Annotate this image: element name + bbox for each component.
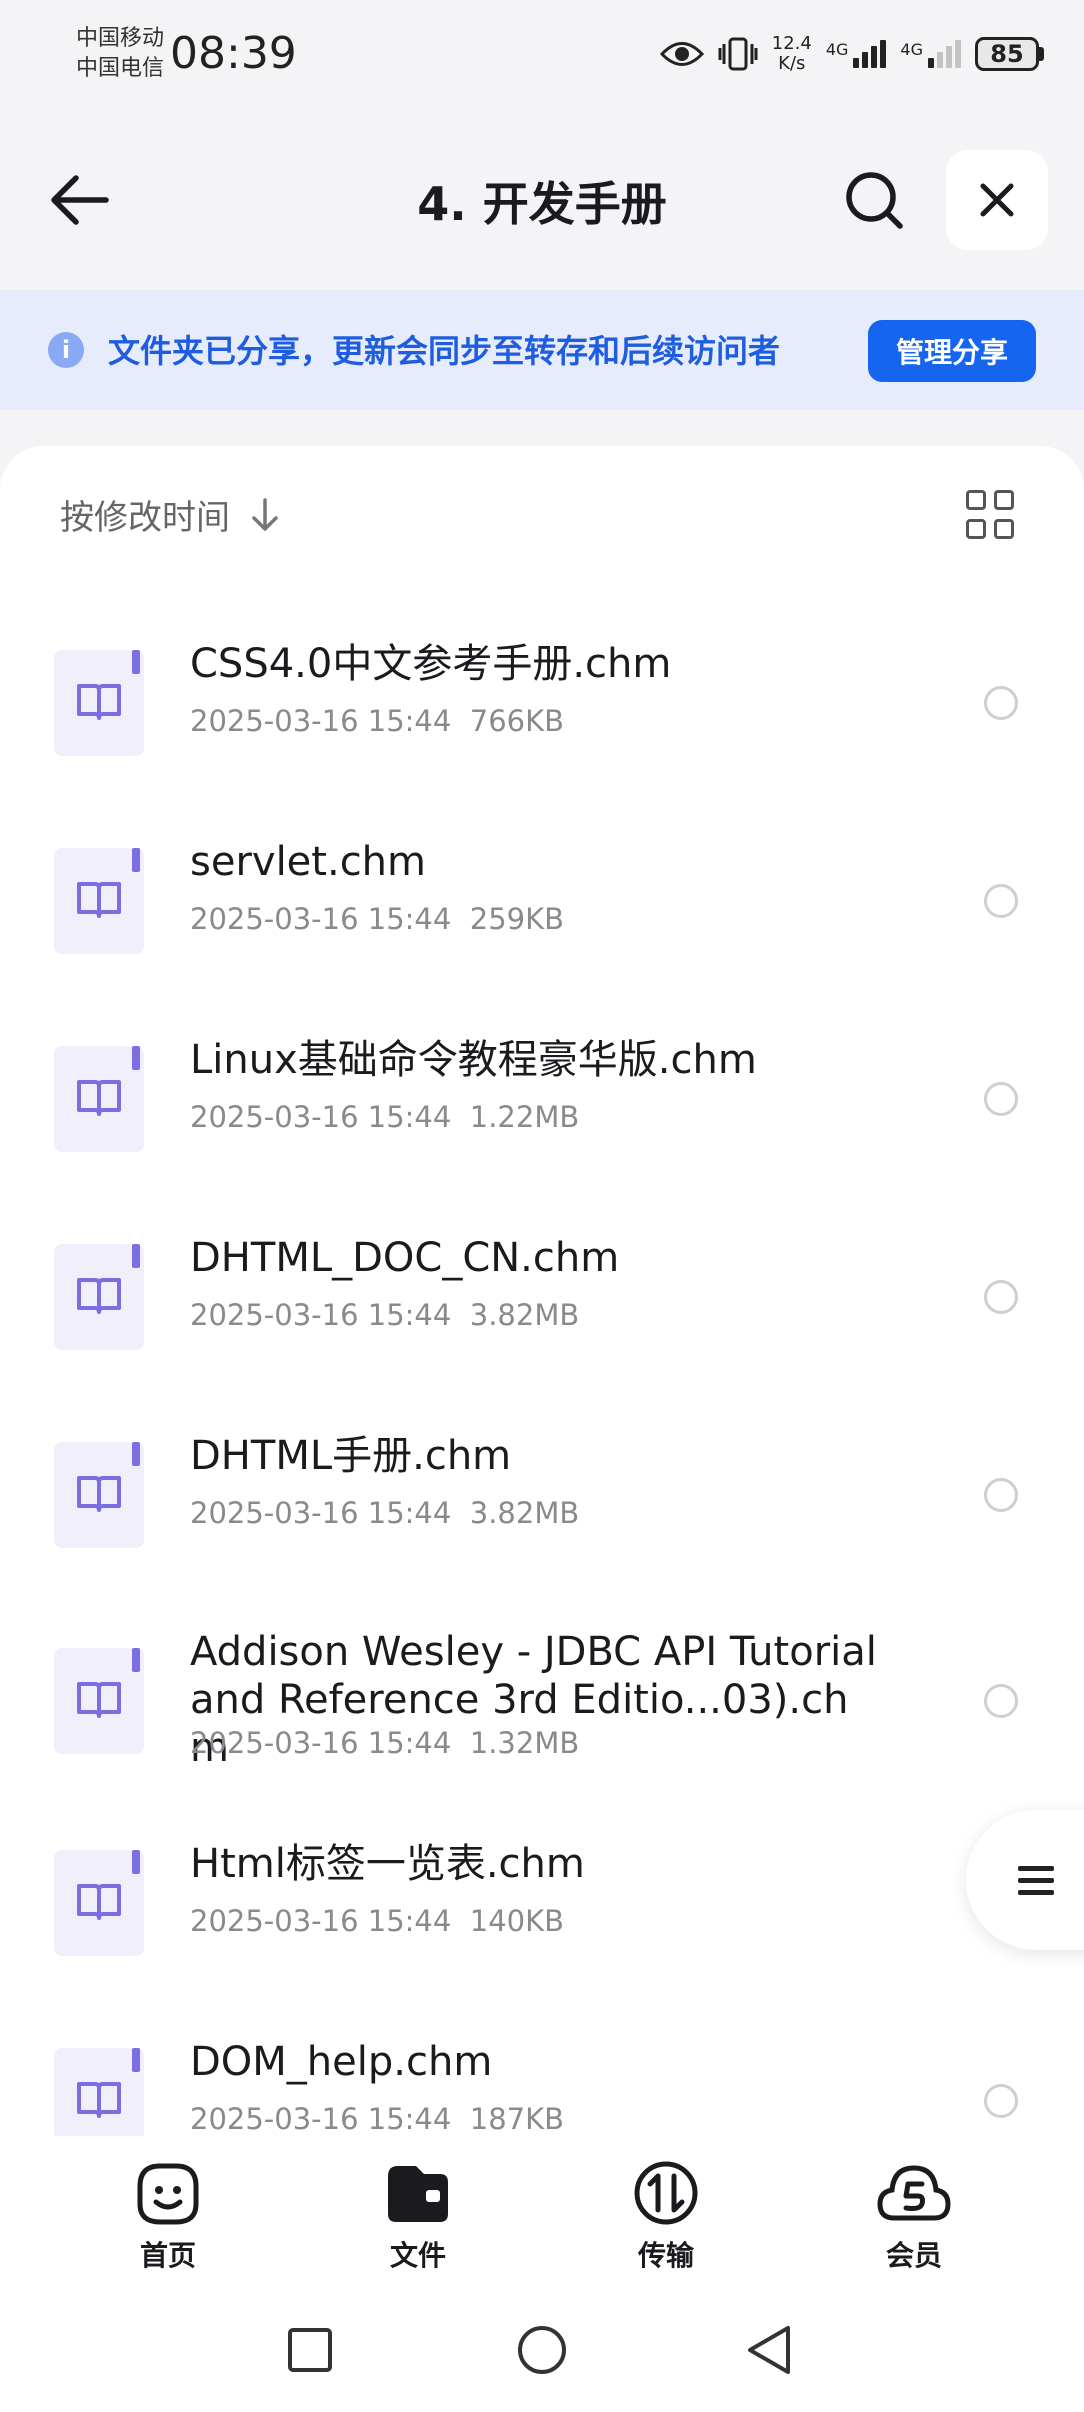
file-meta: 2025-03-16 15:44 766KB [190,704,565,738]
vip-cloud-icon [877,2165,951,2221]
back-triangle-icon[interactable] [744,2324,796,2376]
file-name: DOM_help.chm [190,2039,493,2085]
select-checkbox[interactable] [984,1280,1018,1314]
battery-icon: 85 [975,37,1044,71]
file-row[interactable]: Linux基础命令教程豪华版.chm 2025-03-16 15:44 1.22… [0,992,1084,1190]
select-checkbox[interactable] [984,2084,1018,2118]
select-checkbox[interactable] [984,1684,1018,1718]
chm-file-icon [54,1046,144,1152]
nav-files[interactable]: 文件 [348,2160,488,2274]
file-row[interactable]: DHTML手册.chm 2025-03-16 15:44 3.82MB [0,1388,1084,1586]
file-meta: 2025-03-16 15:44 3.82MB [190,1298,580,1332]
vibrate-icon [718,37,758,71]
file-name: Html标签一览表.chm [190,1841,585,1887]
chm-file-icon [54,1442,144,1548]
close-icon [980,183,1014,217]
select-checkbox[interactable] [984,686,1018,720]
file-name: DHTML_DOC_CN.chm [190,1235,620,1281]
nav-vip-label: 会员 [885,2239,942,2272]
file-meta: 2025-03-16 15:44 187KB [190,2102,565,2136]
net-speed: 12.4 K/s [771,33,812,74]
grid-view-button[interactable] [966,490,1016,540]
bottom-nav: 首页 文件 传输 会员 [0,2136,1084,2286]
carrier-2: 中国电信 [76,56,165,81]
select-checkbox[interactable] [984,884,1018,918]
select-checkbox[interactable] [984,1082,1018,1116]
sort-label: 按修改时间 [60,498,230,538]
file-meta: 2025-03-16 15:44 1.32MB [190,1726,580,1760]
chm-file-icon [54,650,144,756]
file-name: DHTML手册.chm [190,1433,512,1479]
manage-share-button[interactable]: 管理分享 [868,320,1036,382]
info-icon: i [48,332,84,368]
arrow-down-icon [252,497,278,531]
nav-transfer[interactable]: 传输 [596,2160,736,2274]
share-notice-text: 文件夹已分享，更新会同步至转存和后续访问者 [108,332,781,370]
file-row[interactable]: Addison Wesley - JDBC API Tutorial and R… [0,1586,1084,1796]
chm-file-icon [54,848,144,954]
file-row[interactable]: Html标签一览表.chm 2025-03-16 15:44 140KB [0,1796,1084,1994]
clock: 08:39 [170,28,297,79]
chm-file-icon [54,2048,144,2136]
chm-file-icon [54,1244,144,1350]
close-button[interactable] [946,150,1048,250]
search-button[interactable] [842,168,906,232]
chm-file-icon [54,1648,144,1754]
file-meta: 2025-03-16 15:44 1.22MB [190,1100,580,1134]
carrier-1: 中国移动 [76,26,165,51]
file-meta: 2025-03-16 15:44 3.82MB [190,1496,580,1530]
nav-transfer-label: 传输 [637,2239,694,2272]
menu-icon [1018,1859,1054,1902]
file-row[interactable]: servlet.chm 2025-03-16 15:44 259KB [0,794,1084,992]
top-app-bar: 4. 开发手册 [0,140,1084,260]
folder-icon [388,2166,448,2222]
eye-icon [659,42,704,66]
status-bar: 中国移动 中国电信 08:39 12.4 K/s 4G 4G 85 [0,0,1084,110]
file-name: Linux基础命令教程豪华版.chm [190,1037,757,1083]
signal-1-icon: 4G [826,40,887,68]
nav-home-label: 首页 [139,2239,196,2272]
carrier-names: 中国移动 中国电信 [76,24,164,84]
nav-files-label: 文件 [389,2239,446,2272]
file-name: CSS4.0中文参考手册.chm [190,641,672,687]
home-circle-icon[interactable] [516,2324,568,2376]
search-icon [846,172,903,229]
status-icons: 12.4 K/s 4G 4G 85 [659,33,1044,74]
file-meta: 2025-03-16 15:44 259KB [190,902,565,936]
home-face-icon [137,2163,199,2225]
file-row[interactable]: CSS4.0中文参考手册.chm 2025-03-16 15:44 766KB [0,596,1084,794]
select-checkbox[interactable] [984,1478,1018,1512]
share-notice-banner: i 文件夹已分享，更新会同步至转存和后续访问者 管理分享 [0,290,1084,410]
recents-square-icon[interactable] [286,2326,334,2374]
file-row[interactable]: DHTML_DOC_CN.chm 2025-03-16 15:44 3.82MB [0,1190,1084,1388]
page-title: 4. 开发手册 [417,177,667,231]
file-row[interactable]: DOM_help.chm 2025-03-16 15:44 187KB [0,1994,1084,2136]
file-list-card: 按修改时间 CSS4.0中文参考手册.chm 2025-03-16 15:44 … [0,446,1084,2136]
chm-file-icon [54,1850,144,1956]
file-name: servlet.chm [190,839,426,885]
nav-vip[interactable]: 会员 [844,2160,984,2274]
signal-2-icon: 4G [900,40,961,68]
sort-selector[interactable]: 按修改时间 [60,490,280,539]
transfer-icon [634,2161,698,2225]
system-nav-bar [0,2286,1084,2412]
file-meta: 2025-03-16 15:44 140KB [190,1904,565,1938]
nav-home[interactable]: 首页 [98,2160,238,2274]
grid-view-icon [966,490,986,510]
